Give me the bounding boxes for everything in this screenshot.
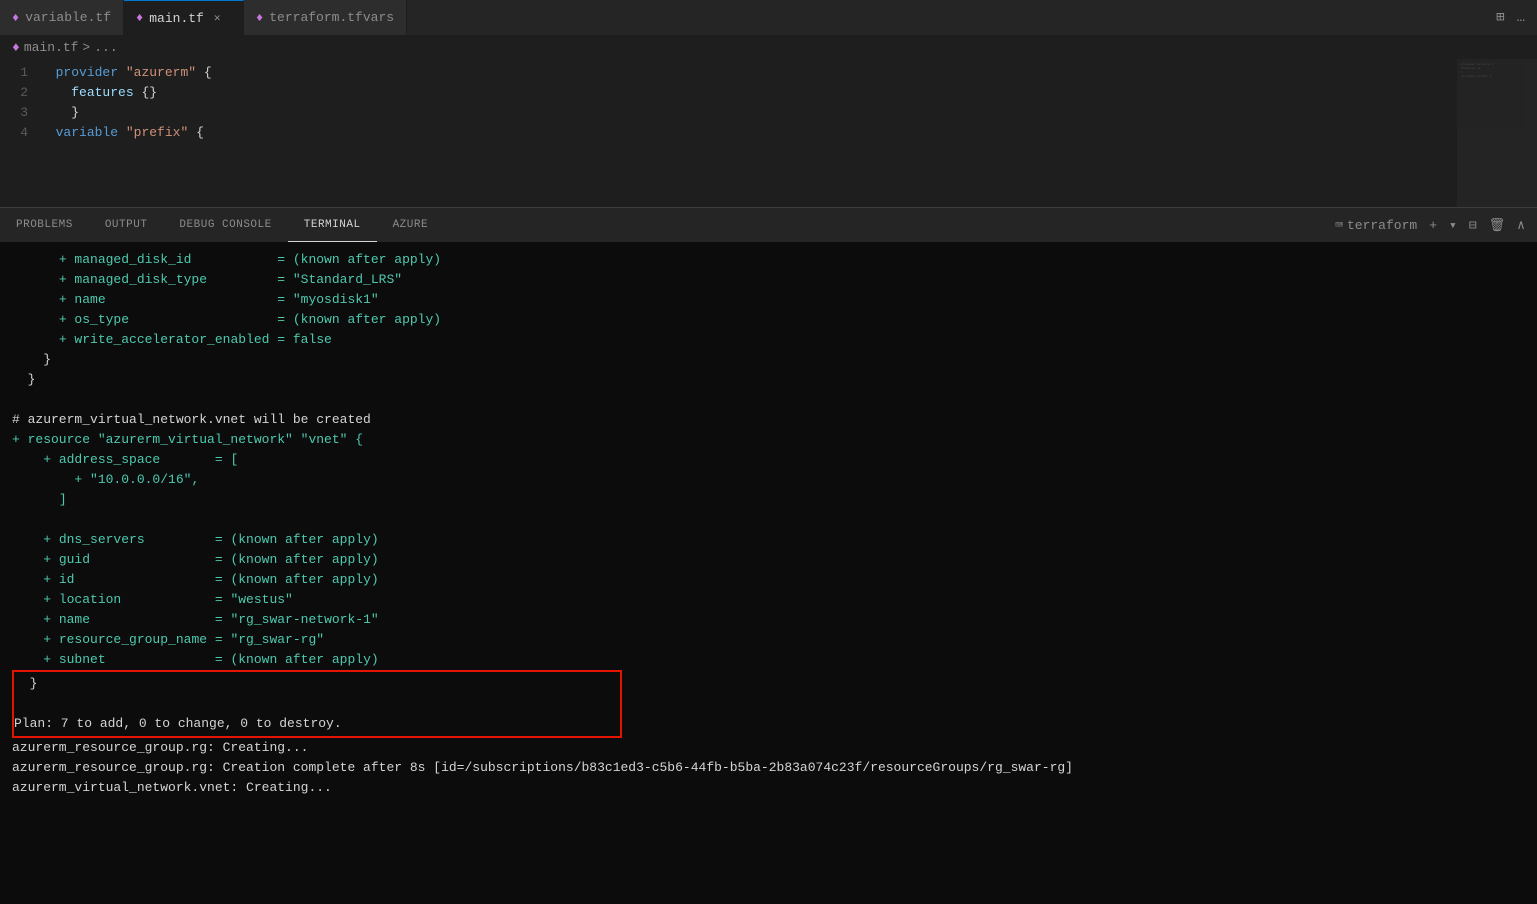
term-line-empty-2 [12, 510, 1525, 530]
term-line-1: + managed_disk_id = (known after apply) [12, 250, 1525, 270]
terraform-icon: ♦ [12, 11, 19, 25]
term-line-4: + os_type = (known after apply) [12, 310, 1525, 330]
tab-terraform-tfvars[interactable]: ♦ terraform.tfvars [244, 0, 407, 35]
code-content[interactable]: provider "azurerm" { features {} } varia… [40, 59, 1537, 207]
term-line-empty-1 [12, 390, 1525, 410]
term-line-16: + location = "westus" [12, 590, 1525, 610]
term-line-22: azurerm_resource_group.rg: Creation comp… [12, 758, 1525, 778]
line-num-4: 4 [12, 123, 28, 143]
terraform-icon-tfvars: ♦ [256, 11, 263, 25]
tab-debug-label: DEBUG CONSOLE [179, 219, 271, 231]
code-line-1: provider "azurerm" { [40, 63, 1537, 83]
term-line-13: + dns_servers = (known after apply) [12, 530, 1525, 550]
split-terminal-button[interactable]: ⊟ [1465, 216, 1481, 235]
breadcrumb: ♦ main.tf > ... [0, 35, 1537, 59]
close-tab-button[interactable]: ✕ [214, 11, 221, 25]
new-terminal-button[interactable]: + [1425, 216, 1441, 235]
term-line-7: } [12, 370, 1525, 390]
line-numbers: 1 2 3 4 [0, 59, 40, 207]
code-line-3: } [40, 103, 1537, 123]
terminal-dropdown-button[interactable]: ▾ [1445, 216, 1461, 235]
tab-label: variable.tf [25, 10, 111, 25]
panel-area: PROBLEMS OUTPUT DEBUG CONSOLE TERMINAL A… [0, 207, 1537, 904]
more-actions-button[interactable]: … [1513, 8, 1529, 28]
terminal-icon: ⌨ [1335, 218, 1343, 233]
code-line-2: features {} [40, 83, 1537, 103]
term-line-17: + name = "rg_swar-network-1" [12, 610, 1525, 630]
term-line-8: # azurerm_virtual_network.vnet will be c… [12, 410, 1525, 430]
line-num-3: 3 [12, 103, 28, 123]
term-line-5: + write_accelerator_enabled = false [12, 330, 1525, 350]
term-line-9: + resource "azurerm_virtual_network" "vn… [12, 430, 1525, 450]
term-line-19: + subnet = (known after apply) [12, 650, 1525, 670]
editor-area: 1 2 3 4 provider "azurerm" { features {}… [0, 59, 1537, 207]
split-editor-button[interactable]: ⊞ [1492, 7, 1508, 28]
term-plan-line: Plan: 7 to add, 0 to change, 0 to destro… [14, 714, 620, 734]
term-line-2: + managed_disk_type = "Standard_LRS" [12, 270, 1525, 290]
panel-tab-bar: PROBLEMS OUTPUT DEBUG CONSOLE TERMINAL A… [0, 207, 1537, 242]
breadcrumb-filename: main.tf [24, 40, 79, 55]
tab-terminal-label: TERMINAL [304, 219, 361, 231]
breadcrumb-file-icon: ♦ [12, 40, 20, 55]
editor-actions: ⊞ … [1484, 0, 1537, 35]
tab-output-label: OUTPUT [105, 219, 148, 231]
term-line-11: + "10.0.0.0/16", [12, 470, 1525, 490]
tab-debug-console[interactable]: DEBUG CONSOLE [163, 208, 287, 242]
tab-azure[interactable]: AZURE [377, 208, 445, 242]
line-num-1: 1 [12, 63, 28, 83]
tab-label-active: main.tf [149, 11, 204, 26]
term-line-12: ] [12, 490, 1525, 510]
tab-label-tfvars: terraform.tfvars [269, 10, 394, 25]
terminal-name: terraform [1347, 218, 1417, 233]
term-line-empty-3 [14, 694, 620, 714]
term-line-6: } [12, 350, 1525, 370]
term-line-18: + resource_group_name = "rg_swar-rg" [12, 630, 1525, 650]
code-line-4: variable "prefix" { [40, 123, 1537, 143]
tab-problems[interactable]: PROBLEMS [0, 208, 89, 242]
highlight-box: } Plan: 7 to add, 0 to change, 0 to dest… [12, 670, 622, 738]
tab-azure-label: AZURE [393, 219, 429, 231]
minimap: provider azurerm { features {} } variabl… [1457, 59, 1537, 207]
tab-problems-label: PROBLEMS [16, 219, 73, 231]
term-line-21: azurerm_resource_group.rg: Creating... [12, 738, 1525, 758]
term-line-14: + guid = (known after apply) [12, 550, 1525, 570]
terminal-content[interactable]: + managed_disk_id = (known after apply) … [0, 242, 1537, 904]
tab-terminal[interactable]: TERMINAL [288, 208, 377, 242]
tab-output[interactable]: OUTPUT [89, 208, 164, 242]
term-line-20: } [14, 674, 620, 694]
maximize-panel-button[interactable]: ∧ [1513, 216, 1529, 235]
terraform-icon-active: ♦ [136, 11, 143, 25]
term-line-3: + name = "myosdisk1" [12, 290, 1525, 310]
tab-bar: ♦ variable.tf ♦ main.tf ✕ ♦ terraform.tf… [0, 0, 1537, 35]
term-line-15: + id = (known after apply) [12, 570, 1525, 590]
tab-main-tf[interactable]: ♦ main.tf ✕ [124, 0, 244, 35]
term-line-10: + address_space = [ [12, 450, 1525, 470]
kill-terminal-button[interactable]: 🗑 [1485, 216, 1510, 235]
breadcrumb-separator: > [82, 40, 90, 55]
breadcrumb-context: ... [94, 40, 117, 55]
line-num-2: 2 [12, 83, 28, 103]
term-line-23: azurerm_virtual_network.vnet: Creating..… [12, 778, 1525, 798]
terminal-name-label: ⌨ terraform [1331, 216, 1421, 235]
panel-actions: ⌨ terraform + ▾ ⊟ 🗑 ∧ [1323, 208, 1537, 242]
tab-variable-tf[interactable]: ♦ variable.tf [0, 0, 124, 35]
